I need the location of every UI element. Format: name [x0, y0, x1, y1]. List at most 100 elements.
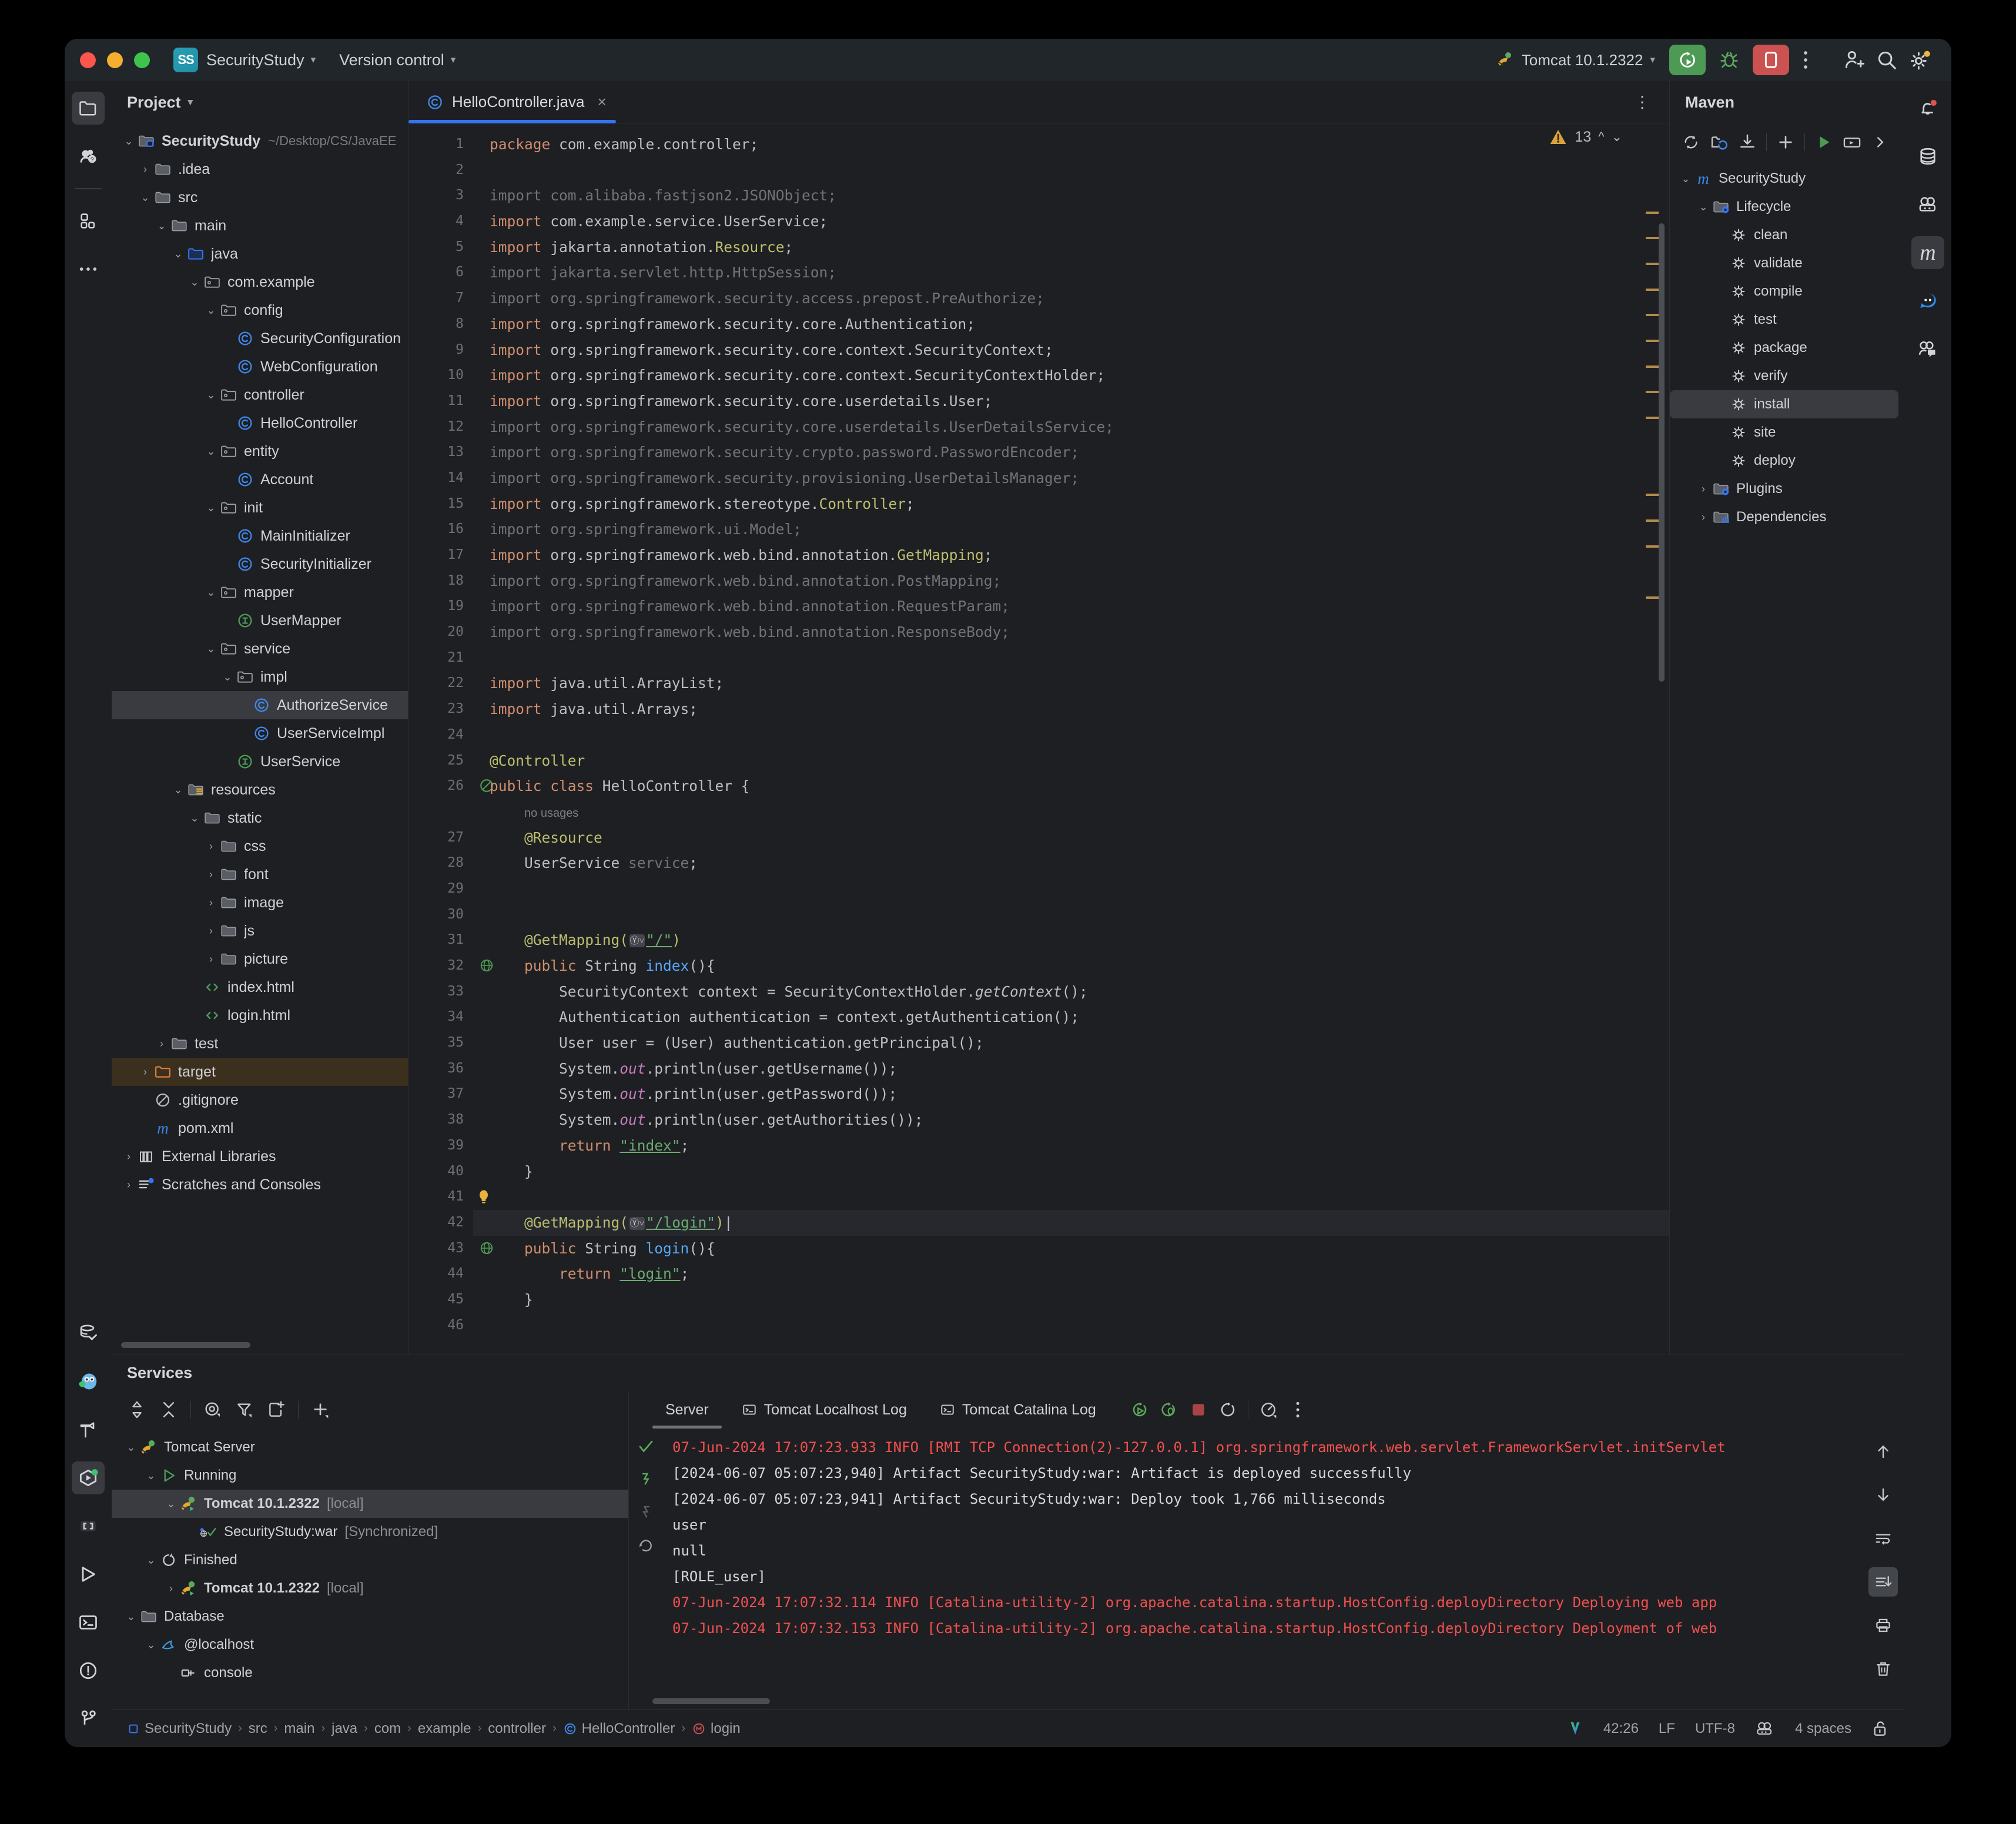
maven-node-verify[interactable]: verify [1670, 362, 1904, 390]
chevron-right-icon[interactable]: › [203, 897, 219, 909]
run-configuration-selector[interactable]: Tomcat 10.1.2322 ▾ [1496, 51, 1655, 69]
version-control-menu[interactable]: Version control ▾ [339, 51, 456, 69]
line-separator[interactable]: LF [1659, 1721, 1675, 1737]
code-line[interactable]: import org.springframework.security.prov… [473, 465, 1669, 491]
maven-reload-project-icon[interactable] [1706, 129, 1732, 155]
tree-node-init[interactable]: ⌄init [112, 494, 408, 522]
code-line[interactable] [473, 876, 1669, 902]
code-line[interactable]: } [473, 1287, 1669, 1313]
chevron-down-icon[interactable]: ⌄ [220, 671, 235, 683]
lock-icon[interactable] [1871, 1719, 1889, 1738]
code-area[interactable]: 1234567891011121314151617181920212223242… [408, 123, 1669, 1354]
minimize-window-button[interactable] [107, 52, 123, 68]
service-node-console[interactable]: console [112, 1659, 628, 1687]
code-line[interactable]: import org.springframework.security.core… [473, 363, 1669, 388]
code-line[interactable]: import org.springframework.security.core… [473, 388, 1669, 414]
indent-setting[interactable]: 4 spaces [1795, 1721, 1851, 1737]
profiler-icon[interactable] [1255, 1397, 1281, 1423]
tree-node-impl[interactable]: ⌄impl [112, 663, 408, 691]
code-line[interactable]: System.out.println(user.getPassword()); [473, 1081, 1669, 1107]
maven-node-lifecycle[interactable]: ⌄Lifecycle [1670, 193, 1904, 221]
step-out-icon[interactable] [637, 1504, 655, 1521]
code-line[interactable]: import jakarta.annotation.Resource; [473, 234, 1669, 260]
tree-node-config[interactable]: ⌄config [112, 296, 408, 324]
code-line[interactable]: import org.springframework.web.bind.anno… [473, 542, 1669, 568]
tree-node-picture[interactable]: ›picture [112, 945, 408, 973]
tree-node-java[interactable]: ⌄java [112, 240, 408, 268]
chevron-down-icon[interactable]: ⌄ [143, 1554, 159, 1567]
sidebar-item-database-ok[interactable] [72, 1317, 105, 1350]
service-node-running[interactable]: ⌄Running [112, 1461, 628, 1490]
maven-node-deploy[interactable]: deploy [1670, 447, 1904, 475]
code-line[interactable]: import java.util.ArrayList; [473, 670, 1669, 696]
tab-hello-controller[interactable]: HelloController.java × [408, 81, 622, 123]
maven-node-test[interactable]: test [1670, 306, 1904, 334]
code-line[interactable]: import org.springframework.security.core… [473, 414, 1669, 440]
tree-node-authorizeservice[interactable]: AuthorizeService [112, 691, 408, 719]
maven-node-package[interactable]: package [1670, 334, 1904, 362]
chevron-right-icon[interactable]: › [203, 840, 219, 853]
sidebar-item-services[interactable] [72, 1461, 105, 1494]
tree-node-controller[interactable]: ⌄controller [112, 381, 408, 409]
tree-node-font[interactable]: ›font [112, 860, 408, 888]
breadcrumb-item-src[interactable]: src [249, 1721, 267, 1737]
project-panel-header[interactable]: Project ▾ [112, 81, 408, 123]
chevron-right-icon[interactable]: › [203, 925, 219, 937]
editor-tab-more-icon[interactable]: ⋮ [1634, 92, 1652, 112]
code-line[interactable]: public String login(){ [473, 1236, 1669, 1262]
sidebar-item-notifications[interactable] [1911, 92, 1944, 125]
sidebar-item-build[interactable] [72, 1413, 105, 1446]
code-line[interactable]: public String index(){ [473, 953, 1669, 979]
maven-reload-icon[interactable] [1678, 129, 1704, 155]
breadcrumb-item-com[interactable]: com [374, 1721, 401, 1737]
window-controls[interactable] [80, 52, 150, 68]
code-line[interactable]: UserService service; [473, 850, 1669, 876]
code-line[interactable] [473, 722, 1669, 748]
tree-node-webconfiguration[interactable]: WebConfiguration [112, 353, 408, 381]
code-line[interactable] [473, 1313, 1669, 1339]
stop-server-icon[interactable] [1186, 1397, 1211, 1423]
log-tab-server[interactable]: Server [649, 1391, 725, 1429]
inspection-widget[interactable]: 13 ^ ⌄ [1549, 128, 1622, 146]
maven-node-securitystudy[interactable]: ⌄mSecurityStudy [1670, 165, 1904, 193]
service-node-tomcat-10-1-2322[interactable]: ›Tomcat 10.1.2322[local] [112, 1574, 628, 1602]
code-line[interactable]: import jakarta.servlet.http.HttpSession; [473, 260, 1669, 286]
chevron-down-icon[interactable]: ⌄ [143, 1639, 159, 1651]
chevron-down-icon[interactable]: ⌄ [121, 135, 136, 147]
breadcrumb-item-controller[interactable]: controller [488, 1721, 546, 1737]
code-content[interactable]: package com.example.controller; import c… [473, 123, 1669, 1354]
code-line[interactable]: Authentication authentication = context.… [473, 1004, 1669, 1030]
service-node-tomcat-10-1-2322[interactable]: ⌄Tomcat 10.1.2322[local] [112, 1490, 628, 1518]
code-line[interactable]: import org.springframework.web.bind.anno… [473, 619, 1669, 645]
maven-download-sources-icon[interactable] [1734, 129, 1760, 155]
scroll-to-end-icon[interactable] [1868, 1567, 1898, 1597]
code-line[interactable]: import java.util.Arrays; [473, 696, 1669, 722]
code-line[interactable]: import org.springframework.security.core… [473, 337, 1669, 363]
rerun-server-icon[interactable] [1127, 1397, 1153, 1423]
tree-node-image[interactable]: ›image [112, 888, 408, 917]
service-node-tomcat-server[interactable]: ⌄Tomcat Server [112, 1433, 628, 1461]
sidebar-item-run[interactable] [72, 1558, 105, 1591]
tree-node-static[interactable]: ⌄static [112, 804, 408, 832]
code-line[interactable]: SecurityContext context = SecurityContex… [473, 979, 1669, 1005]
sidebar-item-ai-assistant[interactable]: ? [72, 140, 105, 173]
tree-node-maininitializer[interactable]: MainInitializer [112, 522, 408, 550]
expand-all-icon[interactable] [123, 1396, 150, 1423]
editor-scrollbar-thumb[interactable] [1659, 223, 1665, 682]
next-problem-icon[interactable]: ⌄ [1612, 129, 1622, 145]
maven-node-plugins[interactable]: ›Plugins [1670, 475, 1904, 503]
stop-button[interactable] [1753, 45, 1789, 75]
chevron-right-icon[interactable]: › [138, 1066, 153, 1078]
log-tab-tomcat-localhost-log[interactable]: Tomcat Localhost Log [725, 1391, 923, 1429]
tree-node--idea[interactable]: ›.idea [112, 155, 408, 183]
scroll-up-icon[interactable] [1868, 1437, 1898, 1466]
code-line[interactable]: return "index"; [473, 1133, 1669, 1159]
chevron-down-icon[interactable]: ⌄ [1696, 201, 1711, 213]
maven-node-site[interactable]: site [1670, 418, 1904, 447]
tree-node-scratches-and-consoles[interactable]: ›Scratches and Consoles [112, 1171, 408, 1199]
services-tree[interactable]: ⌄Tomcat Server⌄Running⌄Tomcat 10.1.2322[… [112, 1429, 628, 1709]
sidebar-item-structure[interactable] [72, 204, 105, 237]
chevron-down-icon[interactable]: ⌄ [170, 248, 186, 260]
breadcrumb[interactable]: SecurityStudy›src›main›java›com›example›… [127, 1721, 741, 1737]
chevron-down-icon[interactable]: ⌄ [143, 1470, 159, 1482]
